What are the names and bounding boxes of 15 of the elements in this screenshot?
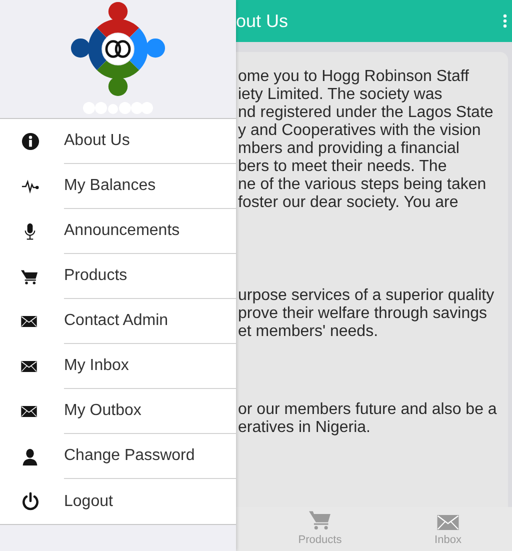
info-icon: [21, 132, 40, 151]
envelope-icon: [21, 406, 37, 417]
page-title: out Us: [236, 10, 288, 32]
cart-icon: [309, 510, 331, 530]
cart-icon: [21, 268, 38, 284]
menu-item[interactable]: Logout: [0, 479, 236, 524]
envelope-icon: [21, 316, 37, 327]
envelope-icon: [437, 514, 459, 530]
paragraph: or our members future and also be a eratives in Nigeria.: [238, 401, 498, 437]
paragraph: ome you to Hogg Robinson Staff iety Limited. The society was nd registered under the Lagos State y and Cooperatives with the vision mbers and providing a financial bers to meet their needs. The ne of the various steps being taken foster our dear society. You are: [238, 68, 494, 212]
more-options-icon[interactable]: [503, 14, 507, 28]
power-icon: [21, 492, 40, 511]
person-icon: [21, 448, 39, 466]
envelope-icon: [21, 361, 37, 372]
paragraph: urpose services of a superior quality prove their welfare through savings et members' needs.: [238, 287, 496, 341]
